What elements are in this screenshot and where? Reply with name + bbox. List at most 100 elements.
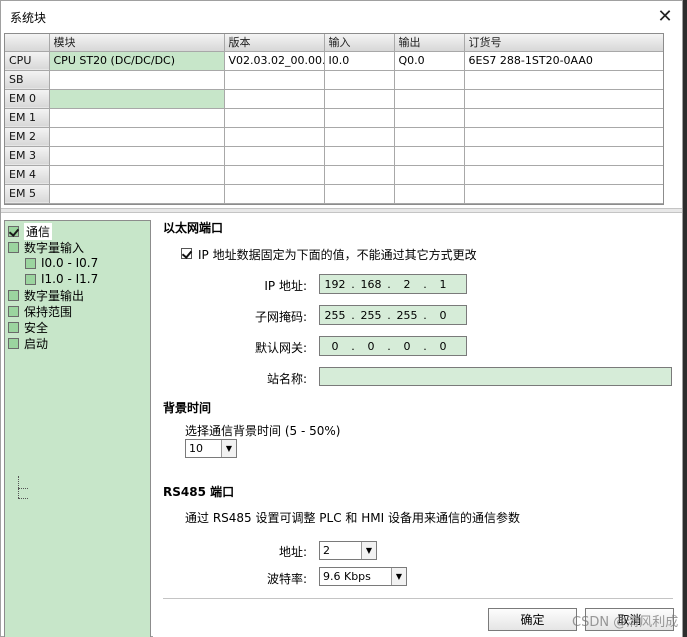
module-cell[interactable] <box>49 127 225 147</box>
background-time-select[interactable]: 10 ▼ <box>185 439 237 458</box>
input-cell[interactable] <box>324 146 395 166</box>
slot-label[interactable]: EM 1 <box>5 108 50 128</box>
input-cell[interactable] <box>324 165 395 185</box>
output-cell[interactable]: Q0.0 <box>394 51 465 71</box>
tree-item[interactable]: 数字量输出 <box>8 287 84 303</box>
table-row[interactable]: EM 2 <box>5 127 663 147</box>
subnet-octet-3[interactable]: 255 <box>392 309 422 322</box>
table-row[interactable]: EM 1 <box>5 108 663 128</box>
table-row[interactable]: EM 5 <box>5 184 663 204</box>
order-number-cell[interactable] <box>464 165 663 185</box>
column-header-input[interactable]: 输入 <box>324 34 395 52</box>
module-cell[interactable] <box>49 165 225 185</box>
version-cell[interactable] <box>224 108 325 128</box>
output-cell[interactable] <box>394 127 465 147</box>
gateway-octet-2[interactable]: 0 <box>356 340 386 353</box>
slot-label[interactable]: CPU <box>5 51 50 71</box>
subnet-octet-4[interactable]: 0 <box>428 309 458 322</box>
tree-connector <box>18 476 19 498</box>
version-cell[interactable] <box>224 89 325 109</box>
chevron-down-icon[interactable]: ▼ <box>391 568 406 585</box>
chevron-down-icon[interactable]: ▼ <box>361 542 376 559</box>
column-header-version[interactable]: 版本 <box>224 34 325 52</box>
order-number-cell[interactable] <box>464 108 663 128</box>
table-row[interactable]: EM 0 <box>5 89 663 109</box>
rs485-description: 通过 RS485 设置可调整 PLC 和 HMI 设备用来通信的通信参数 <box>185 511 520 525</box>
station-name-field[interactable] <box>319 367 672 386</box>
order-number-cell[interactable] <box>464 127 663 147</box>
pane-splitter[interactable] <box>1 208 682 213</box>
input-cell[interactable]: I0.0 <box>324 51 395 71</box>
order-number-cell[interactable]: 6ES7 288-1ST20-0AA0 <box>464 51 663 71</box>
baud-rate-select[interactable]: 9.6 Kbps ▼ <box>319 567 407 586</box>
input-cell[interactable] <box>324 108 395 128</box>
input-cell[interactable] <box>324 70 395 90</box>
table-row[interactable]: SB <box>5 70 663 90</box>
gateway-octet-4[interactable]: 0 <box>428 340 458 353</box>
subnet-mask-field[interactable]: 255. 255. 255. 0 <box>319 305 467 325</box>
slot-label[interactable]: EM 0 <box>5 89 50 109</box>
gateway-octet-3[interactable]: 0 <box>392 340 422 353</box>
fixed-ip-checkbox[interactable] <box>181 248 192 259</box>
output-cell[interactable] <box>394 146 465 166</box>
order-number-cell[interactable] <box>464 89 663 109</box>
ip-octet-4[interactable]: 1 <box>428 278 458 291</box>
tree-item[interactable]: 保持范围 <box>8 303 72 319</box>
version-cell[interactable] <box>224 165 325 185</box>
slot-label[interactable]: EM 3 <box>5 146 50 166</box>
tree-item[interactable]: 数字量输入 <box>8 239 84 255</box>
output-cell[interactable] <box>394 89 465 109</box>
column-header-module[interactable]: 模块 <box>49 34 225 52</box>
output-cell[interactable] <box>394 70 465 90</box>
tree-item[interactable]: 启动 <box>8 335 48 351</box>
output-cell[interactable] <box>394 165 465 185</box>
slot-label[interactable]: EM 4 <box>5 165 50 185</box>
module-cell[interactable]: CPU ST20 (DC/DC/DC) <box>49 51 225 71</box>
ip-octet-1[interactable]: 192 <box>320 278 350 291</box>
module-cell[interactable] <box>49 184 225 204</box>
box-icon <box>8 241 19 253</box>
output-cell[interactable] <box>394 108 465 128</box>
address-select[interactable]: 2 ▼ <box>319 541 377 560</box>
version-cell[interactable] <box>224 184 325 204</box>
gateway-octet-1[interactable]: 0 <box>320 340 350 353</box>
module-cell[interactable] <box>49 146 225 166</box>
input-cell[interactable] <box>324 89 395 109</box>
tree-item[interactable]: 通信 <box>8 222 53 240</box>
input-cell[interactable] <box>324 127 395 147</box>
tree-item[interactable]: I0.0 - I0.7 <box>25 255 98 271</box>
order-number-cell[interactable] <box>464 184 663 204</box>
tree-item[interactable]: I1.0 - I1.7 <box>25 271 98 287</box>
input-cell[interactable] <box>324 184 395 204</box>
slot-label[interactable]: EM 2 <box>5 127 50 147</box>
version-cell[interactable] <box>224 146 325 166</box>
chevron-down-icon[interactable]: ▼ <box>221 440 236 457</box>
ip-octet-3[interactable]: 2 <box>392 278 422 291</box>
slot-label[interactable]: SB <box>5 70 50 90</box>
table-row[interactable]: CPU CPU ST20 (DC/DC/DC) V02.03.02_00.00...… <box>5 51 663 71</box>
close-icon[interactable]: ✕ <box>654 5 676 27</box>
order-number-cell[interactable] <box>464 146 663 166</box>
table-row[interactable]: EM 4 <box>5 165 663 185</box>
version-cell[interactable] <box>224 70 325 90</box>
ip-octet-2[interactable]: 168 <box>356 278 386 291</box>
module-cell[interactable] <box>49 70 225 90</box>
version-cell[interactable]: V02.03.02_00.00... <box>224 51 325 71</box>
order-number-cell[interactable] <box>464 70 663 90</box>
version-cell[interactable] <box>224 127 325 147</box>
system-block-dialog: 系统块 ✕ 模块 版本 输入 输出 订货号 CPU CPU ST20 (DC/DC… <box>0 0 683 637</box>
module-cell[interactable] <box>49 89 225 109</box>
ip-address-field[interactable]: 192. 168. 2. 1 <box>319 274 467 294</box>
module-cell[interactable] <box>49 108 225 128</box>
table-row[interactable]: EM 3 <box>5 146 663 166</box>
column-header-output[interactable]: 输出 <box>394 34 465 52</box>
slot-label[interactable]: EM 5 <box>5 184 50 204</box>
gateway-field[interactable]: 0. 0. 0. 0 <box>319 336 467 356</box>
ok-button[interactable]: 确定 <box>488 608 577 631</box>
column-header-order-number[interactable]: 订货号 <box>464 34 663 52</box>
subnet-octet-2[interactable]: 255 <box>356 309 386 322</box>
output-cell[interactable] <box>394 184 465 204</box>
box-icon <box>8 305 19 317</box>
tree-item[interactable]: 安全 <box>8 319 48 335</box>
subnet-octet-1[interactable]: 255 <box>320 309 350 322</box>
